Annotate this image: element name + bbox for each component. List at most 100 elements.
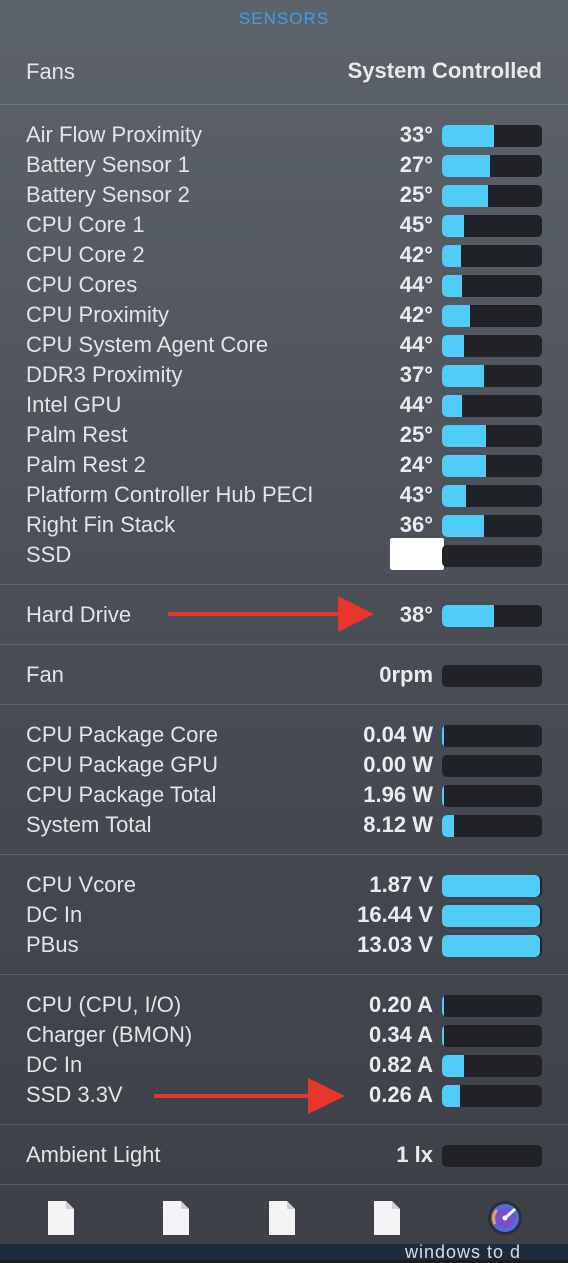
sensor-level-fill <box>442 785 444 807</box>
sensor-label: Right Fin Stack <box>26 512 176 537</box>
sensor-label: DC In <box>26 1052 83 1077</box>
sensor-level-fill <box>442 815 454 837</box>
document-icon[interactable] <box>268 1200 296 1236</box>
sensor-label: Palm Rest <box>26 422 128 447</box>
sensor-level-fill <box>442 305 470 327</box>
sensor-value: 42° <box>399 242 433 267</box>
sensor-level-bar <box>442 335 542 357</box>
desktop-background: windows to d <box>0 1242 568 1262</box>
document-icon[interactable] <box>373 1200 401 1236</box>
sensor-level-bar <box>442 515 542 537</box>
sensor-level-bar <box>442 395 542 417</box>
ambient-light-row[interactable]: Ambient Light 1 lx <box>26 1139 542 1169</box>
sensor-label: Palm Rest 2 <box>26 452 146 477</box>
sensor-level-bar <box>442 995 542 1017</box>
sensor-row[interactable]: CPU Package Core 0.04 W <box>26 719 542 749</box>
sensor-row[interactable]: PBus 13.03 V <box>26 929 542 959</box>
sensor-row[interactable]: CPU (CPU, I/O) 0.20 A <box>26 989 542 1019</box>
sensor-value: 25° <box>399 422 433 447</box>
divider <box>0 584 568 585</box>
sensor-value: 0.82 A <box>368 1052 433 1077</box>
sensor-level-fill <box>442 185 488 207</box>
divider <box>0 704 568 705</box>
sensor-level-bar <box>442 125 542 147</box>
sensor-level-bar <box>442 245 542 267</box>
sensor-row[interactable]: Air Flow Proximity 33° <box>26 119 542 149</box>
sensor-label: Charger (BMON) <box>26 1022 193 1047</box>
sensor-value: 13.03 V <box>357 932 433 957</box>
sensor-row[interactable]: CPU System Agent Core 44° <box>26 329 542 359</box>
sensor-level-bar <box>442 1145 542 1167</box>
sensor-row[interactable]: CPU Cores 44° <box>26 269 542 299</box>
sensor-level-bar <box>442 665 542 687</box>
sensor-row[interactable]: SSD <box>26 538 542 570</box>
sensor-row[interactable]: Intel GPU 44° <box>26 389 542 419</box>
sensor-label: Ambient Light <box>26 1142 161 1167</box>
sensor-level-fill <box>442 335 464 357</box>
sensor-value: 45° <box>399 212 433 237</box>
sensor-level-bar <box>442 1055 542 1077</box>
sensor-level-bar <box>442 215 542 237</box>
fans-mode-row[interactable]: Fans System Controlled <box>26 55 542 87</box>
sensor-row[interactable]: CPU Core 1 45° <box>26 209 542 239</box>
sensor-row[interactable]: DC In 16.44 V <box>26 899 542 929</box>
sensor-row[interactable]: CPU Package GPU 0.00 W <box>26 749 542 779</box>
divider <box>0 854 568 855</box>
sensor-row[interactable]: System Total 8.12 W <box>26 809 542 839</box>
sensor-label: Platform Controller Hub PECI <box>26 482 314 507</box>
sensor-level-fill <box>442 245 461 267</box>
sensor-label: Fan <box>26 662 64 687</box>
divider <box>0 1124 568 1125</box>
sensor-value: 24° <box>399 452 433 477</box>
divider <box>0 974 568 975</box>
sensor-row[interactable]: Charger (BMON) 0.34 A <box>26 1019 542 1049</box>
sensor-value: 44° <box>399 332 433 357</box>
sensor-value: 0.04 W <box>363 722 433 747</box>
sensor-row[interactable]: Palm Rest 25° <box>26 419 542 449</box>
sensor-value: 16.44 V <box>357 902 433 927</box>
sensor-row[interactable]: CPU Package Total 1.96 W <box>26 779 542 809</box>
sensor-row[interactable]: Platform Controller Hub PECI 43° <box>26 479 542 509</box>
sensor-level-fill <box>442 155 490 177</box>
sensor-row[interactable]: DC In 0.82 A <box>26 1049 542 1079</box>
sensor-level-fill <box>442 725 444 747</box>
sensor-level-fill <box>442 275 462 297</box>
sensor-value: 0.34 A <box>368 1022 433 1047</box>
sensor-value: 43° <box>399 482 433 507</box>
sensor-level-bar <box>442 725 542 747</box>
sensor-row[interactable]: Battery Sensor 2 25° <box>26 179 542 209</box>
sensor-level-fill <box>442 215 464 237</box>
document-icon[interactable] <box>162 1200 190 1236</box>
sensor-label: Intel GPU <box>26 392 122 417</box>
sensor-value: 33° <box>399 122 433 147</box>
sensor-level-bar <box>442 905 542 927</box>
panel-title: SENSORS <box>238 9 330 28</box>
sensor-row[interactable]: CPU Core 2 42° <box>26 239 542 269</box>
sensor-level-fill <box>442 905 540 927</box>
activity-monitor-icon[interactable] <box>487 1200 523 1236</box>
document-icon[interactable] <box>47 1200 75 1236</box>
sensor-row[interactable]: DDR3 Proximity 37° <box>26 359 542 389</box>
sensor-row[interactable]: CPU Proximity 42° <box>26 299 542 329</box>
sensor-row[interactable]: Battery Sensor 1 27° <box>26 149 542 179</box>
sensor-label: PBus <box>26 932 79 957</box>
sensor-level-bar <box>442 815 542 837</box>
sensor-row[interactable]: CPU Vcore 1.87 V <box>26 869 542 899</box>
sensor-row[interactable]: Palm Rest 2 24° <box>26 449 542 479</box>
sensor-level-bar <box>442 1085 542 1107</box>
sensor-level-fill <box>442 365 484 387</box>
sensor-level-fill <box>442 1055 464 1077</box>
sensor-label: DDR3 Proximity <box>26 362 183 387</box>
sensor-level-bar <box>442 455 542 477</box>
sensors-panel: SENSORS Fans System Controlled Air Flow … <box>0 0 568 1244</box>
sensor-row[interactable]: Right Fin Stack 36° <box>26 509 542 539</box>
sensor-label: CPU Package GPU <box>26 752 218 777</box>
sensor-value: 38° <box>399 602 433 627</box>
fan-row[interactable]: Fan 0rpm <box>26 659 542 689</box>
sensor-value: 0.00 W <box>363 752 433 777</box>
sensor-value: 27° <box>399 152 433 177</box>
sensor-level-fill <box>442 425 486 447</box>
sensor-value: 36° <box>399 512 433 537</box>
sensor-label: CPU System Agent Core <box>26 332 269 357</box>
red-arrow-annotation <box>154 1078 345 1114</box>
